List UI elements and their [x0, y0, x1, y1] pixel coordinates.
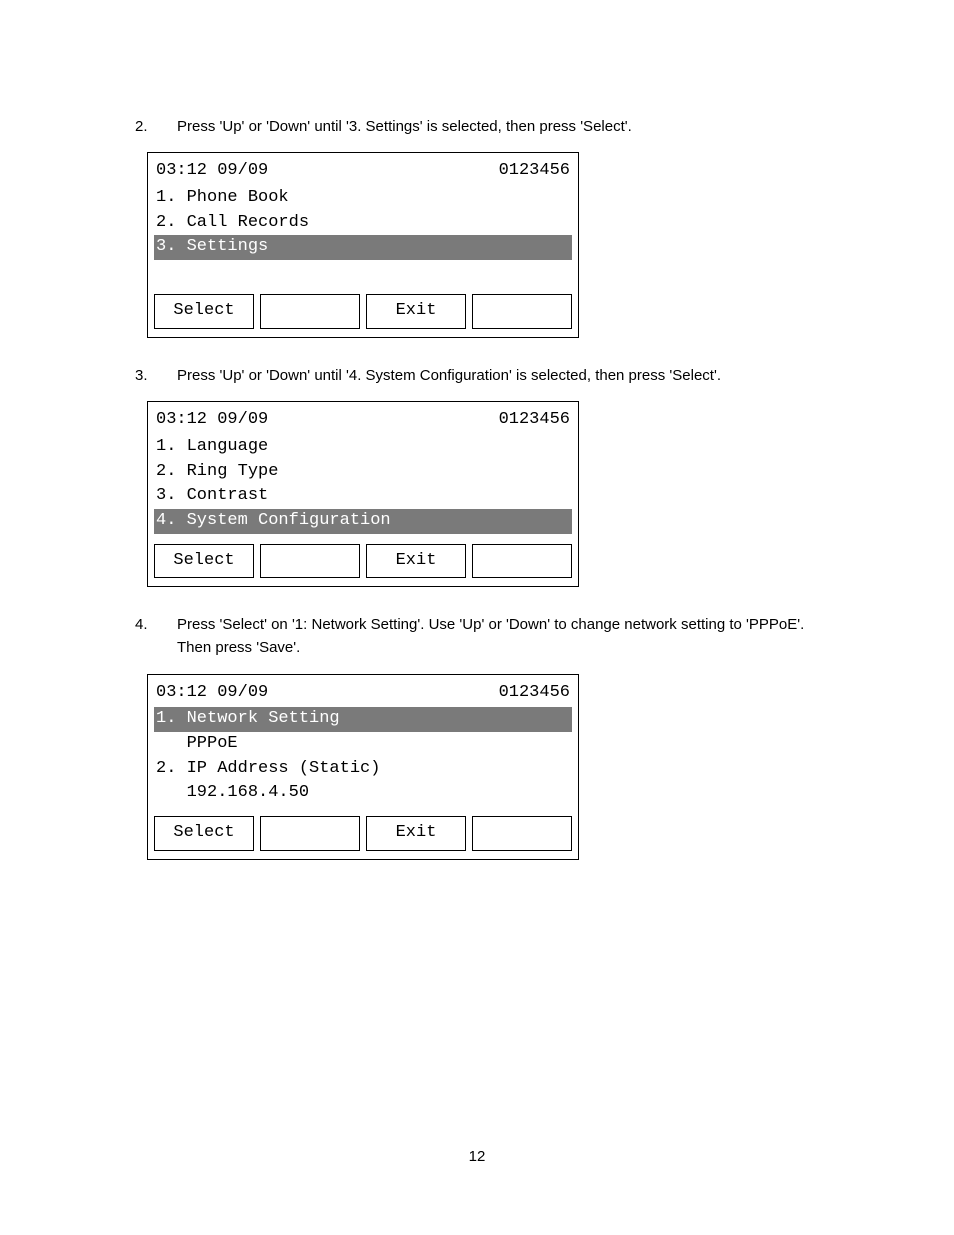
- softkey-exit: Exit: [366, 544, 466, 579]
- softkey-blank: [260, 816, 360, 851]
- lcd-row: 2. Call Records: [154, 211, 572, 236]
- softkey-blank: [260, 544, 360, 579]
- softkey-row: Select Exit: [154, 294, 572, 329]
- instruction-step: 2. Press 'Up' or 'Down' until '3. Settin…: [135, 115, 819, 338]
- instruction-step: 3. Press 'Up' or 'Down' until '4. System…: [135, 364, 819, 587]
- softkey-select: Select: [154, 544, 254, 579]
- lcd-row: 3. Contrast: [154, 484, 572, 509]
- lcd-screen: 03:12 09/09 0123456 1. Language 2. Ring …: [147, 401, 579, 587]
- lcd-header: 03:12 09/09 0123456: [154, 681, 572, 708]
- softkey-select: Select: [154, 294, 254, 329]
- step-text: Press 'Up' or 'Down' until '4. System Co…: [177, 364, 819, 387]
- lcd-row: PPPoE: [154, 732, 572, 757]
- softkey-row: Select Exit: [154, 816, 572, 851]
- lcd-row: 2. Ring Type: [154, 460, 572, 485]
- softkey-blank: [472, 294, 572, 329]
- softkey-blank: [472, 544, 572, 579]
- lcd-header: 03:12 09/09 0123456: [154, 408, 572, 435]
- lcd-code: 0123456: [499, 408, 570, 433]
- lcd-row-selected: 1. Network Setting: [154, 707, 572, 732]
- lcd-row-selected: 4. System Configuration: [154, 509, 572, 534]
- lcd-row-blank: [154, 260, 572, 285]
- softkey-blank: [260, 294, 360, 329]
- lcd-row: 1. Language: [154, 435, 572, 460]
- lcd-screen: 03:12 09/09 0123456 1. Network Setting P…: [147, 674, 579, 860]
- softkey-exit: Exit: [366, 816, 466, 851]
- lcd-row-selected: 3. Settings: [154, 235, 572, 260]
- step-text-line: 4. Press 'Select' on '1: Network Setting…: [135, 613, 819, 660]
- lcd-time: 03:12 09/09: [156, 408, 268, 433]
- lcd-row: 2. IP Address (Static): [154, 757, 572, 782]
- step-text-line: 2. Press 'Up' or 'Down' until '3. Settin…: [135, 115, 819, 138]
- lcd-row: 192.168.4.50: [154, 781, 572, 806]
- page-number: 12: [0, 1148, 954, 1165]
- lcd-time: 03:12 09/09: [156, 681, 268, 706]
- softkey-row: Select Exit: [154, 544, 572, 579]
- step-text: Press 'Select' on '1: Network Setting'. …: [177, 613, 819, 660]
- lcd-code: 0123456: [499, 681, 570, 706]
- lcd-code: 0123456: [499, 159, 570, 184]
- instruction-step: 4. Press 'Select' on '1: Network Setting…: [135, 613, 819, 859]
- step-number: 2.: [135, 115, 177, 138]
- lcd-screen: 03:12 09/09 0123456 1. Phone Book 2. Cal…: [147, 152, 579, 338]
- step-number: 4.: [135, 613, 177, 660]
- step-number: 3.: [135, 364, 177, 387]
- softkey-select: Select: [154, 816, 254, 851]
- lcd-row: 1. Phone Book: [154, 186, 572, 211]
- lcd-header: 03:12 09/09 0123456: [154, 159, 572, 186]
- step-text: Press 'Up' or 'Down' until '3. Settings'…: [177, 115, 819, 138]
- softkey-blank: [472, 816, 572, 851]
- document-page: 2. Press 'Up' or 'Down' until '3. Settin…: [0, 0, 954, 1235]
- step-text-line: 3. Press 'Up' or 'Down' until '4. System…: [135, 364, 819, 387]
- softkey-exit: Exit: [366, 294, 466, 329]
- lcd-time: 03:12 09/09: [156, 159, 268, 184]
